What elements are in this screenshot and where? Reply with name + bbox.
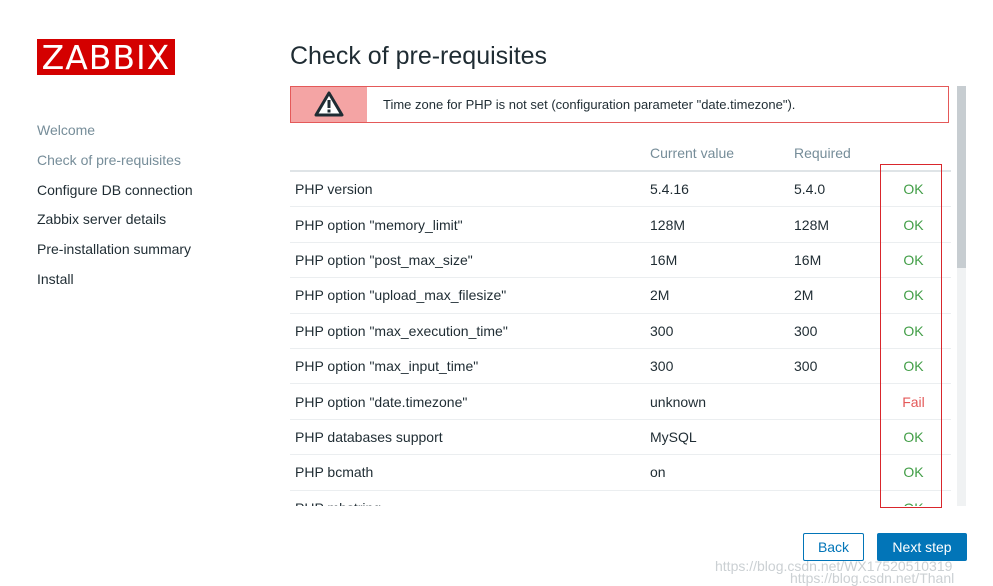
- table-row: PHP option "post_max_size" 16M 16M OK: [290, 242, 951, 279]
- row-name: PHP bcmath: [290, 454, 650, 491]
- row-name: PHP version: [290, 171, 650, 208]
- table-header-row: Current value Required: [290, 136, 951, 172]
- table-row: PHP option "date.timezone" unknown Fail: [290, 383, 951, 420]
- row-required: [794, 419, 876, 456]
- row-name: PHP option "max_input_time": [290, 348, 650, 385]
- row-required: [794, 383, 876, 420]
- row-current-value: 2M: [650, 277, 794, 314]
- timezone-warning-alert: Time zone for PHP is not set (configurat…: [290, 86, 949, 123]
- row-current-value: unknown: [650, 383, 794, 420]
- row-required: [794, 454, 876, 491]
- row-result: OK: [876, 490, 951, 506]
- row-required: 128M: [794, 206, 876, 243]
- row-required: 5.4.0: [794, 171, 876, 208]
- table-row: PHP version 5.4.16 5.4.0 OK: [290, 171, 951, 208]
- row-required: 300: [794, 348, 876, 385]
- row-result: OK: [876, 206, 951, 243]
- row-name: PHP option "post_max_size": [290, 242, 650, 279]
- row-required: 2M: [794, 277, 876, 314]
- row-result: OK: [876, 171, 951, 208]
- row-name: PHP option "upload_max_filesize": [290, 277, 650, 314]
- column-header-required: Required: [794, 136, 876, 172]
- row-current-value: 16M: [650, 242, 794, 279]
- row-current-value: 300: [650, 348, 794, 385]
- row-required: 300: [794, 313, 876, 349]
- row-current-value: [650, 490, 794, 506]
- table-row: PHP option "max_execution_time" 300 300 …: [290, 313, 951, 349]
- scrollbar-thumb[interactable]: [957, 86, 966, 268]
- nav-step-install: Install: [37, 270, 74, 287]
- column-header-result: [876, 136, 951, 172]
- column-header-current-value: Current value: [650, 136, 794, 172]
- row-current-value: on: [650, 454, 794, 491]
- row-required: 16M: [794, 242, 876, 279]
- row-result: Fail: [876, 383, 951, 420]
- row-current-value: 300: [650, 313, 794, 349]
- nav-step-summary: Pre-installation summary: [37, 241, 192, 258]
- row-current-value: 128M: [650, 206, 794, 243]
- nav-step-welcome: Welcome: [37, 122, 96, 138]
- page-title: Check of pre-requisites: [290, 42, 548, 70]
- column-header-name: [290, 136, 650, 172]
- row-result: OK: [876, 454, 951, 491]
- zabbix-logo: ZABBIX: [37, 39, 175, 76]
- table-row: PHP mbstring OK: [290, 490, 951, 506]
- next-step-button[interactable]: Next step: [877, 533, 967, 561]
- row-name: PHP option "memory_limit": [290, 206, 650, 243]
- alert-message: Time zone for PHP is not set (configurat…: [383, 97, 796, 112]
- row-name: PHP databases support: [290, 419, 650, 456]
- row-name: PHP mbstring: [290, 490, 650, 506]
- row-required: [794, 490, 876, 506]
- table-row: PHP option "memory_limit" 128M 128M OK: [290, 206, 951, 243]
- table-row: PHP option "max_input_time" 300 300 OK: [290, 348, 951, 385]
- prerequisites-table-container: Current value Required PHP version 5.4.1…: [290, 136, 951, 506]
- table-scrollbar[interactable]: [957, 86, 966, 506]
- row-result: OK: [876, 419, 951, 456]
- warning-icon: [314, 91, 344, 117]
- row-current-value: 5.4.16: [650, 171, 794, 208]
- nav-step-server-details: Zabbix server details: [37, 211, 167, 228]
- row-name: PHP option "date.timezone": [290, 383, 650, 420]
- row-name: PHP option "max_execution_time": [290, 313, 650, 349]
- row-result: OK: [876, 348, 951, 385]
- watermark-text-secondary: https://blog.csdn.net/Thanl: [790, 570, 955, 586]
- row-result: OK: [876, 277, 951, 314]
- row-current-value: MySQL: [650, 419, 794, 456]
- table-row: PHP databases support MySQL OK: [290, 419, 951, 456]
- row-result: OK: [876, 242, 951, 279]
- table-row: PHP bcmath on OK: [290, 454, 951, 491]
- setup-steps-nav: Welcome Check of pre-requisites Configur…: [37, 122, 193, 301]
- table-row: PHP option "upload_max_filesize" 2M 2M O…: [290, 277, 951, 314]
- nav-step-prerequisites: Check of pre-requisites: [37, 151, 181, 168]
- nav-step-db-connection: Configure DB connection: [37, 181, 193, 198]
- prerequisites-table: Current value Required PHP version 5.4.1…: [290, 136, 951, 506]
- back-button[interactable]: Back: [803, 533, 864, 561]
- alert-icon-box: [291, 87, 367, 122]
- row-result: OK: [876, 313, 951, 349]
